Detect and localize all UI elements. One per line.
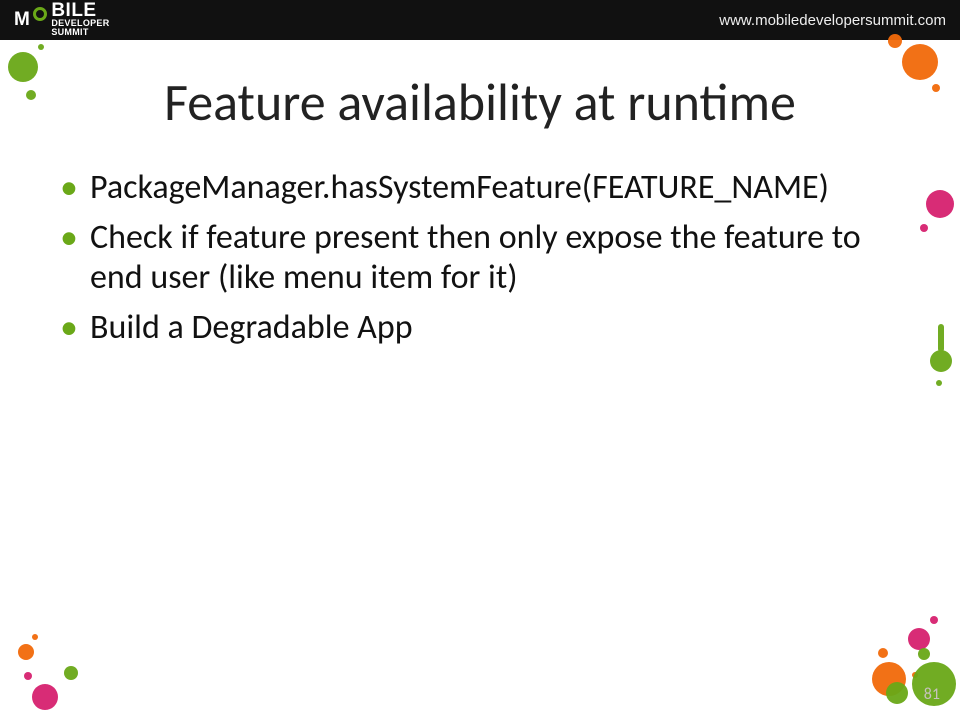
logo-line3: SUMMIT: [51, 28, 109, 37]
header-url: www.mobiledevelopersummit.com: [719, 12, 946, 29]
slide: M BILE DEVELOPER SUMMIT www.mobiledevelo…: [0, 0, 960, 720]
list-item: Build a Degradable App: [58, 308, 902, 348]
paint-splatter-icon: [908, 628, 930, 650]
paint-splatter-icon: [926, 190, 954, 218]
paint-splatter-icon: [64, 666, 78, 680]
paint-splatter-icon: [18, 644, 34, 660]
logo-line1: BILE: [51, 3, 109, 19]
bullet-list: PackageManager.hasSystemFeature(FEATURE_…: [58, 168, 902, 348]
logo: M BILE DEVELOPER SUMMIT: [14, 3, 110, 37]
page-number: 81: [924, 685, 940, 704]
slide-body: PackageManager.hasSystemFeature(FEATURE_…: [58, 168, 902, 358]
paint-splatter-icon: [930, 350, 952, 372]
slide-title: Feature availability at runtime: [0, 70, 960, 134]
top-bar: M BILE DEVELOPER SUMMIT www.mobiledevelo…: [0, 0, 960, 40]
logo-o-icon: [33, 7, 47, 21]
list-item: PackageManager.hasSystemFeature(FEATURE_…: [58, 168, 902, 208]
list-item: Check if feature present then only expos…: [58, 218, 902, 298]
paint-splatter-icon: [32, 684, 58, 710]
